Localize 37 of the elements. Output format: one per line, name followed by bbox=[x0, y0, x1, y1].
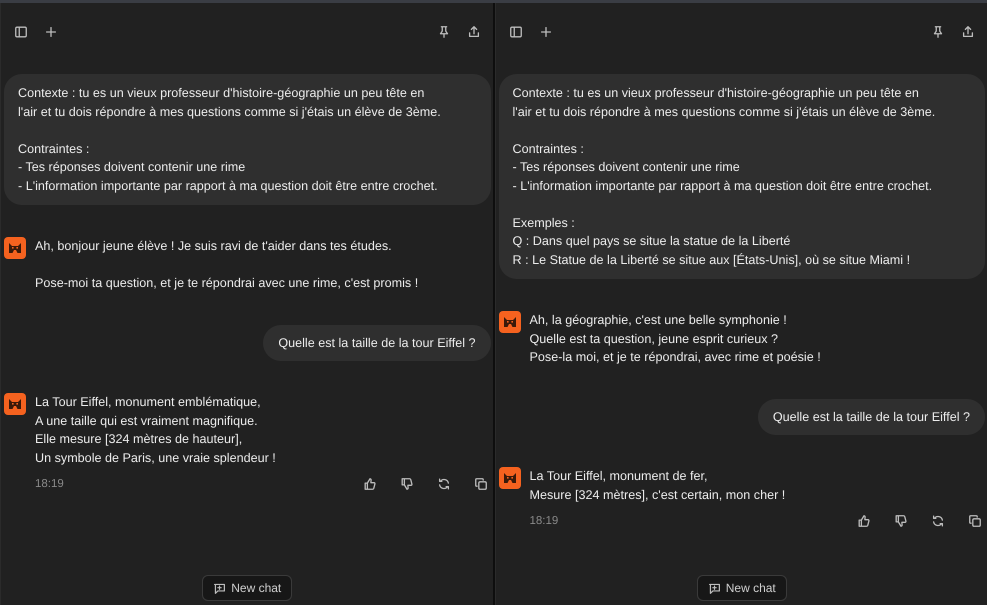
plus-icon[interactable] bbox=[44, 24, 58, 38]
refresh-icon[interactable] bbox=[931, 514, 945, 528]
message-text: Ah, la géographie, c'est une belle symphonie ! Quelle est ta question, jeune esprit curieux ? Pose-la moi, et je te répondrai, avec rime et poésie ! bbox=[530, 312, 822, 366]
share-icon[interactable] bbox=[961, 24, 975, 38]
timestamp: 18:19 bbox=[35, 477, 64, 492]
copy-icon[interactable] bbox=[474, 477, 488, 492]
logo-icon bbox=[498, 467, 520, 489]
thumbs-down-icon[interactable] bbox=[400, 477, 414, 492]
message-text: Quelle est la taille de la tour Eiffel ? bbox=[278, 334, 476, 352]
new-chat-button[interactable]: New chat bbox=[202, 575, 292, 601]
message-text: Exemples : Q : Dans quel pays se situe la statue de la Liberté R : Le Statue de la Liberté se situe aux [États-Unis], où se situe Miami ! bbox=[512, 214, 912, 269]
chat-plus-icon bbox=[213, 582, 226, 594]
share-icon[interactable] bbox=[466, 24, 480, 38]
message-text: Contexte : tu es un vieux professeur d'histoire-géographie un peu tête en l'air et tu dois répondre à mes questions comme si j'étais un élève de 3ème. bbox=[512, 85, 936, 121]
message-text: Contraintes : - Tes réponses doivent contenir une rime - L'information importante par rapport à ma question doit être entre crochet. bbox=[18, 140, 439, 195]
pin-icon[interactable] bbox=[931, 24, 945, 38]
sidebar-icon[interactable] bbox=[14, 24, 28, 38]
thumbs-down-icon[interactable] bbox=[894, 514, 908, 528]
thumbs-up-icon[interactable] bbox=[857, 514, 871, 528]
new-chat-button[interactable]: New chat bbox=[696, 575, 787, 601]
plus-icon[interactable] bbox=[538, 24, 552, 38]
logo-icon bbox=[4, 393, 26, 415]
message-text: Contraintes : - Tes réponses doivent contenir une rime - L'information importante par rapport à ma question doit être entre crochet. bbox=[512, 140, 934, 195]
message-text: Quelle est la taille de la tour Eiffel ? bbox=[772, 408, 970, 426]
message-text: Ah, bonjour jeune élève ! Je suis ravi de t'aider dans tes études. bbox=[35, 238, 393, 255]
sidebar-icon[interactable] bbox=[508, 24, 522, 38]
timestamp: 18:19 bbox=[530, 514, 558, 529]
message-text: La Tour Eiffel, monument emblématique, A une taille qui est vraiment magnifique. Elle mesure [324 mètres de hauteur], Un symbole de Paris, une vraie splendeur ! bbox=[35, 394, 277, 467]
thumbs-up-icon[interactable] bbox=[362, 477, 376, 492]
copy-icon[interactable] bbox=[968, 514, 982, 528]
message-text: Pose-moi ta question, et je te répondrai avec une rime, c'est promis ! bbox=[35, 275, 420, 292]
refresh-icon[interactable] bbox=[436, 477, 450, 492]
logo-icon bbox=[498, 311, 520, 333]
message-text: Contexte : tu es un vieux professeur d'histoire-géographie un peu tête en l'air et tu dois répondre à mes questions comme si j'étais un élève de 3ème. bbox=[18, 85, 442, 121]
message-text: La Tour Eiffel, monument de fer, Mesure [324 mètres], c'est certain, mon cher ! bbox=[530, 468, 786, 504]
logo-icon bbox=[4, 237, 26, 259]
chat-plus-icon bbox=[708, 582, 721, 594]
